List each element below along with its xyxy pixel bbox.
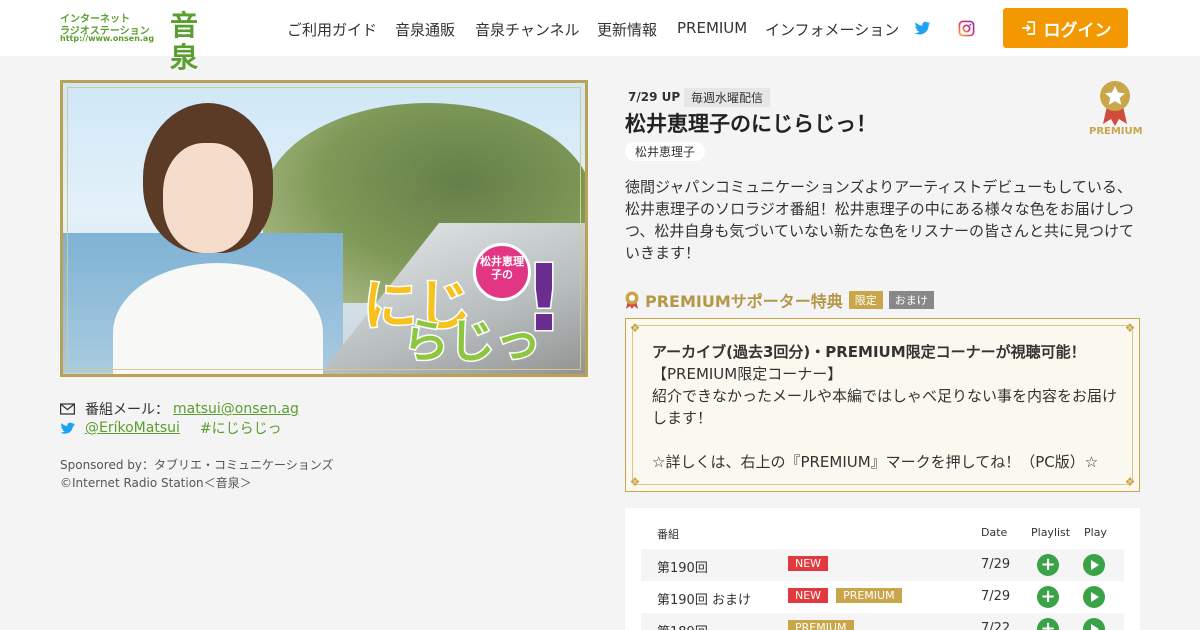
twitter-small-icon: [60, 422, 75, 434]
benefit-corner-detail: 紹介できなかったメールや本編ではしゃべ足りない事を内容をお届けします！: [652, 387, 1118, 427]
episode-name: 第190回: [657, 561, 708, 576]
premium-badge: PREMIUM: [836, 588, 902, 603]
site-header: インターネット ラジオステーション http://www.onsen.ag 音泉…: [0, 0, 1200, 74]
episode-date: 7/29: [981, 557, 1011, 572]
add-to-playlist-button[interactable]: +: [1037, 586, 1059, 608]
col-header-play: Play: [1084, 526, 1107, 539]
play-button[interactable]: [1083, 586, 1105, 608]
mail-label: 番組メール：: [85, 402, 169, 418]
episode-name: 第189回: [657, 621, 708, 630]
nav-updates[interactable]: 更新情報: [597, 19, 657, 40]
supporter-benefit-box: ❖ ❖ ❖ ❖ アーカイブ(過去3回分)・PREMIUM限定コーナーが視聴可能！…: [625, 318, 1140, 492]
add-to-playlist-button[interactable]: +: [1037, 618, 1059, 630]
program-key-visual: にじ らじっ ! 松井恵理子の: [60, 80, 588, 377]
mail-row: 番組メール： matsui@onsen.ag: [60, 399, 299, 419]
instagram-icon[interactable]: [958, 20, 975, 37]
corner-ornament-icon: ❖: [629, 475, 641, 489]
onsen-logo[interactable]: インターネット ラジオステーション http://www.onsen.ag 音泉: [60, 10, 220, 74]
program-title: 松井恵理子のにじらじっ！: [625, 112, 877, 136]
premium-medal-icon: [1100, 81, 1130, 126]
table-row[interactable]: 第190回 おまけ NEW PREMIUM 7/29 +: [641, 581, 1124, 613]
twitter-handle-link[interactable]: @EríkoMatsui: [85, 420, 180, 436]
new-badge: NEW: [788, 556, 829, 571]
episode-date: 7/29: [981, 589, 1011, 604]
nav-guide[interactable]: ご利用ガイド: [287, 19, 377, 40]
program-description: 徳間ジャパンコミュニケーションズよりアーティストデビューもしている、松井恵理子の…: [625, 178, 1134, 262]
logo-url: http://www.onsen.ag: [60, 34, 155, 43]
corner-ornament-icon: ❖: [1124, 321, 1136, 335]
benefit-headline: アーカイブ(過去3回分)・PREMIUM限定コーナーが視聴可能！: [652, 343, 1086, 361]
table-row[interactable]: 第190回 NEW 7/29 +: [641, 549, 1124, 581]
copyright-line: ©Internet Radio Station＜音泉＞: [60, 476, 252, 490]
twitter-row: @EríkoMatsui #にじらじっ: [60, 418, 282, 438]
update-date: 7/29 UP: [628, 90, 681, 104]
benefit-corner-title: 【PREMIUM限定コーナー】: [652, 365, 843, 383]
login-button[interactable]: ログイン: [1003, 8, 1128, 48]
premium-badge: PREMIUM: [788, 620, 854, 630]
nav-information[interactable]: インフォメーション: [765, 19, 899, 40]
play-button[interactable]: [1083, 554, 1105, 576]
corner-ornament-icon: ❖: [1124, 475, 1136, 489]
supporter-heading-text: PREMIUMサポーター特典: [645, 292, 843, 311]
episode-name: 第190回 おまけ: [657, 593, 751, 608]
table-row[interactable]: 第189回 PREMIUM 7/22 +: [641, 613, 1124, 630]
nav-shop[interactable]: 音泉通販: [395, 19, 455, 40]
benefit-note: ☆詳しくは、右上の『PREMIUM』マークを押してね！（PC版）☆: [652, 453, 1099, 471]
photo-frame: [67, 87, 581, 370]
play-button[interactable]: [1083, 618, 1105, 630]
premium-mark-button[interactable]: PREMIUM: [1089, 80, 1143, 138]
supporter-benefit-text: アーカイブ(過去3回分)・PREMIUM限定コーナーが視聴可能！ 【PREMIU…: [652, 341, 1122, 473]
episode-table: 番組 Date Playlist Play 第190回 NEW 7/29 + 第…: [625, 508, 1140, 630]
cast-tag[interactable]: 松井恵理子: [625, 142, 706, 161]
login-label: ログイン: [1043, 20, 1112, 41]
hashtag-link[interactable]: #にじらじっ: [200, 418, 282, 438]
premium-mark-label: PREMIUM: [1089, 126, 1143, 137]
sponsor-info: Sponsored by：タブリエ・コミュニケーションズ ©Internet R…: [60, 456, 334, 492]
bonus-tag: おまけ: [888, 291, 934, 309]
schedule-tag: 毎週水曜配信: [684, 88, 771, 107]
col-header-date: Date: [981, 526, 1008, 539]
limited-tag: 限定: [848, 291, 883, 309]
col-header-playlist: Playlist: [1031, 526, 1071, 539]
corner-ornament-icon: ❖: [629, 321, 641, 335]
col-header-program: 番組: [657, 528, 679, 541]
twitter-icon[interactable]: [914, 20, 931, 37]
nav-channel[interactable]: 音泉チャンネル: [475, 19, 580, 40]
logo-mark: 音泉: [170, 9, 199, 74]
add-to-playlist-button[interactable]: +: [1037, 554, 1059, 576]
episode-date: 7/22: [981, 621, 1011, 630]
login-icon: [1021, 21, 1035, 35]
supporter-heading: PREMIUMサポーター特典 限定 おまけ: [625, 288, 934, 312]
mail-icon: [60, 403, 75, 415]
sponsor-line: Sponsored by：タブリエ・コミュニケーションズ: [60, 458, 334, 472]
supporter-medal-icon: [625, 291, 639, 309]
new-badge: NEW: [788, 588, 829, 603]
nav-premium[interactable]: PREMIUM: [677, 19, 747, 37]
mail-address-link[interactable]: matsui@onsen.ag: [173, 401, 299, 417]
